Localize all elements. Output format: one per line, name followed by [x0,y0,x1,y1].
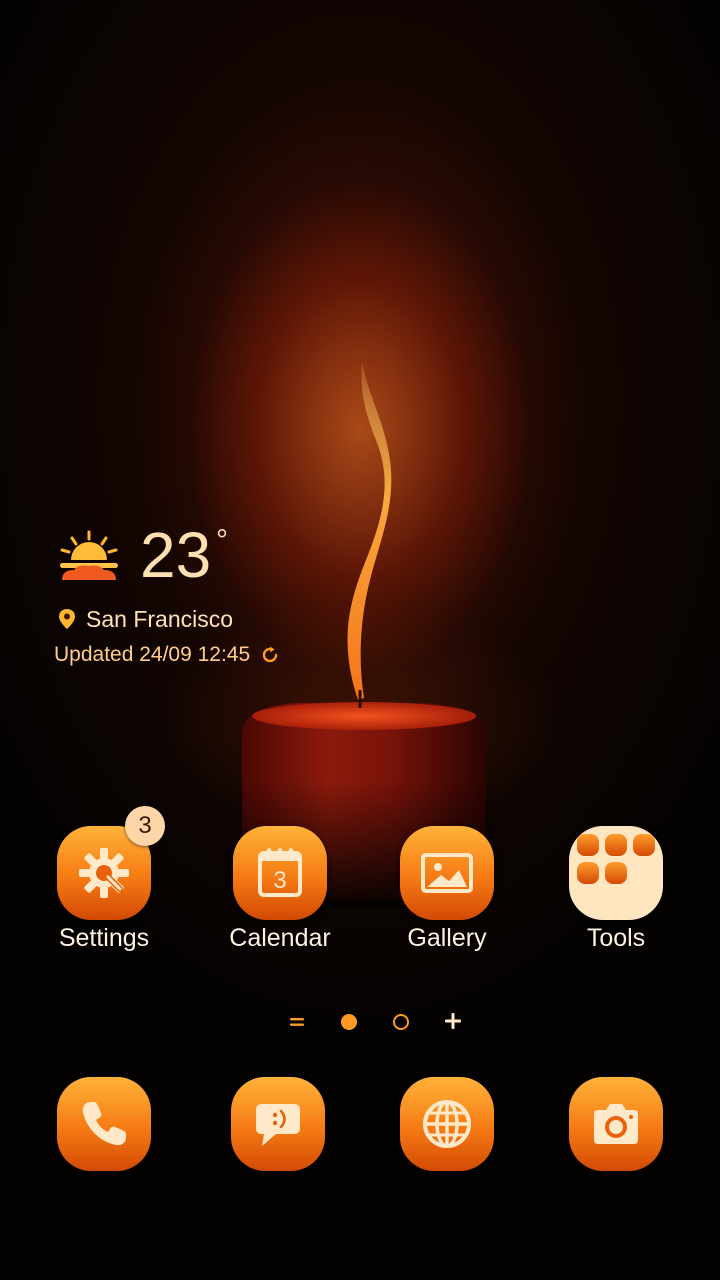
calendar-label: Calendar [229,924,331,952]
folder-mini-app-icon [605,834,627,856]
globe-icon [423,1100,471,1148]
gallery-app[interactable]: Gallery [372,826,522,966]
location-pin-icon [59,609,75,629]
notification-badge: 3 [125,806,165,846]
phone-app[interactable] [57,1077,151,1171]
location-row: San Francisco [58,604,233,634]
home-screen: 23 ° San Francisco Updated 24/09 12:45 3… [0,0,720,1280]
gear-wrench-icon [79,848,129,898]
messages-icon [256,1104,300,1146]
calendar-date: 3 [273,867,286,894]
temperature: 23 [140,519,212,591]
folder-mini-app-icon [577,862,599,884]
messages-app[interactable] [231,1077,325,1171]
weather-widget[interactable]: 23 ° San Francisco Updated 24/09 12:45 [54,520,374,670]
updated-time: Updated 24/09 12:45 [54,643,251,666]
phone-icon [82,1102,126,1146]
degree-symbol: ° [216,524,228,557]
add-page-icon[interactable] [442,1010,464,1032]
page-dot[interactable] [393,1014,409,1030]
tools-folder[interactable]: Tools [541,826,691,966]
settings-label: Settings [58,924,150,952]
folder-mini-app-icon [577,834,599,856]
folder-mini-app-icon [633,834,655,856]
tools-folder-icon[interactable] [569,826,663,920]
home-page-icon[interactable] [288,1015,306,1029]
gallery-label: Gallery [407,924,487,952]
picture-icon [421,853,473,893]
page-dot-current[interactable] [341,1014,357,1030]
location-name: San Francisco [86,605,234,632]
page-indicator [280,1006,470,1038]
tools-label: Tools [586,924,646,952]
calendar-app[interactable]: 3 Calendar [205,826,355,966]
gallery-app-icon[interactable] [400,826,494,920]
phone-app-icon[interactable] [57,1077,151,1171]
updated-row: Updated 24/09 12:45 [54,640,280,670]
browser-app-icon[interactable] [400,1077,494,1171]
messages-app-icon[interactable] [231,1077,325,1171]
calendar-app-icon[interactable]: 3 [233,826,327,920]
camera-icon [594,1104,638,1144]
camera-app-icon[interactable] [569,1077,663,1171]
camera-app[interactable] [569,1077,663,1171]
partly-sunny-icon [60,530,118,580]
refresh-icon[interactable] [260,645,280,665]
settings-app[interactable]: 3 Settings [29,806,179,966]
browser-app[interactable] [400,1077,494,1171]
calendar-icon: 3 [258,848,302,897]
folder-mini-app-icon [605,862,627,884]
